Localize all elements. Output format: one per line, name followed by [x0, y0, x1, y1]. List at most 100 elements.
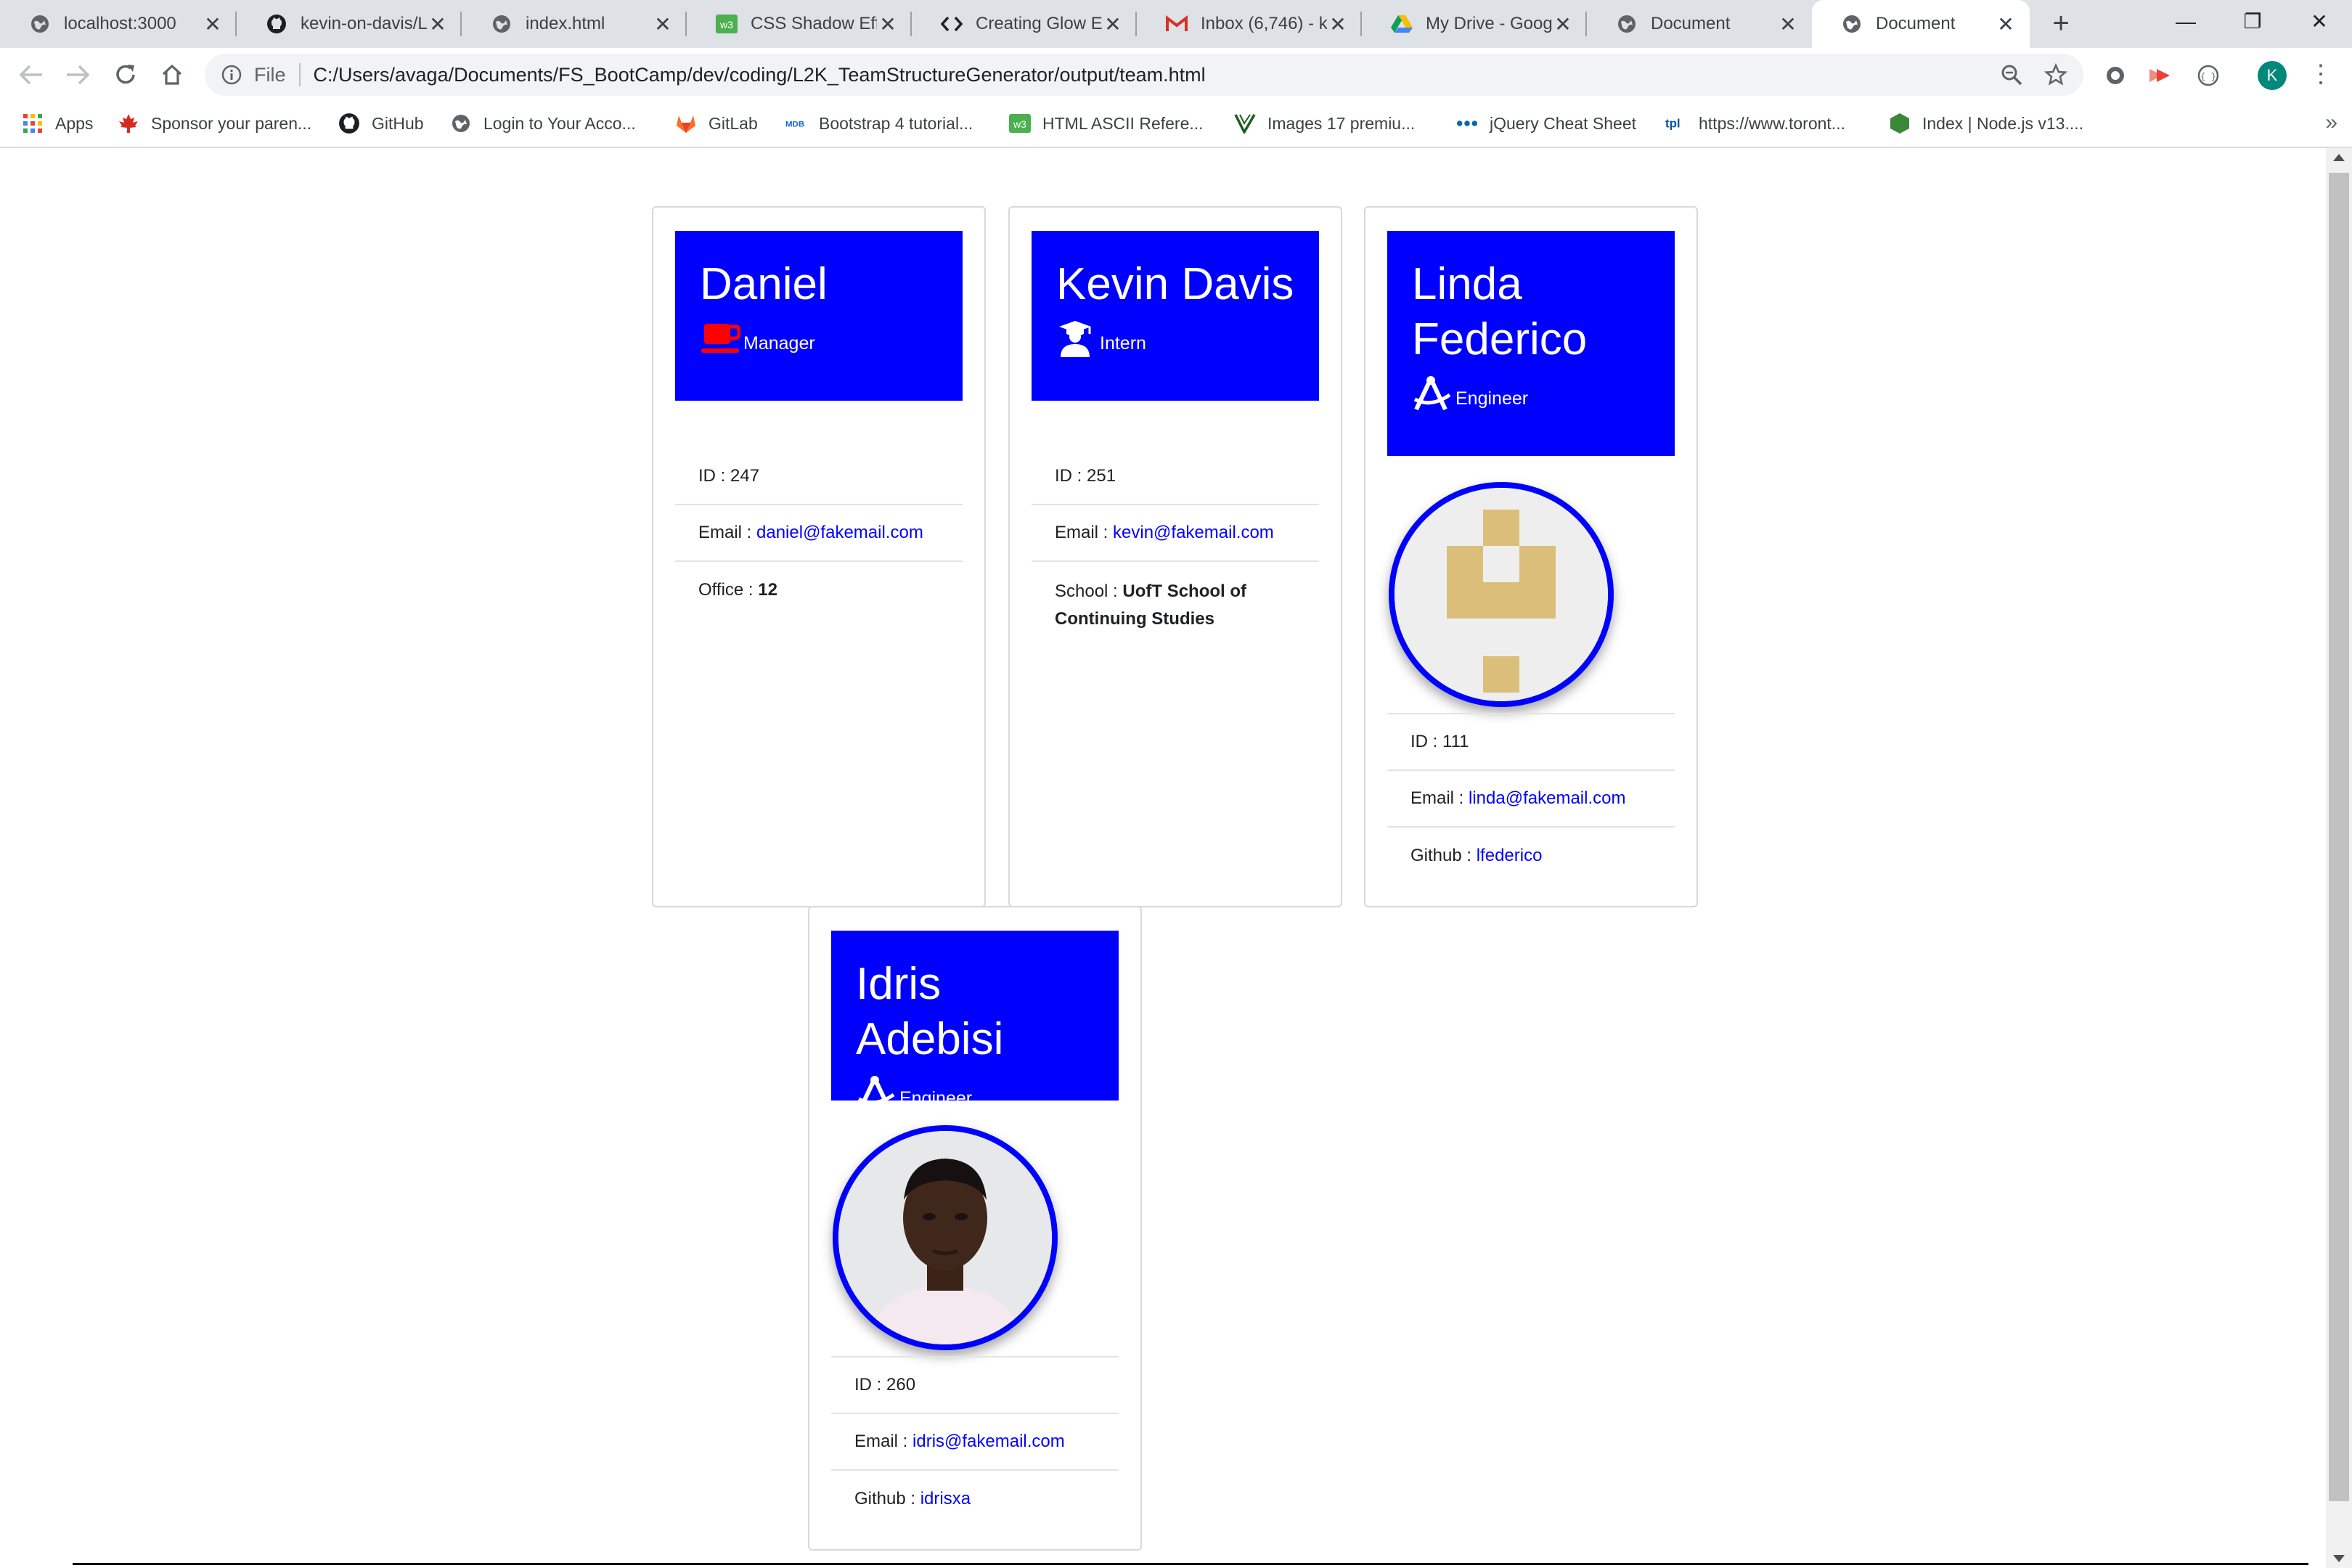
bookmark-item[interactable]: Images 17 premiu...: [1234, 107, 1415, 139]
email-link[interactable]: linda@fakemail.com: [1469, 788, 1625, 809]
email-link[interactable]: kevin@fakemail.com: [1113, 523, 1274, 543]
close-tab-icon[interactable]: ✕: [1777, 12, 1799, 36]
home-button[interactable]: [154, 57, 190, 93]
globe-icon: [450, 113, 472, 134]
close-tab-icon[interactable]: ✕: [202, 12, 224, 36]
close-tab-icon[interactable]: ✕: [427, 12, 449, 36]
tab-title: Inbox (6,746) - ke: [1201, 14, 1327, 33]
more-bookmarks-button[interactable]: »: [2325, 110, 2337, 135]
close-tab-icon[interactable]: ✕: [652, 12, 674, 36]
bookmark-item[interactable]: Login to Your Acco...: [450, 107, 636, 139]
email-row: Email : kevin@fakemail.com: [1032, 505, 1319, 562]
card-details: ID : 251 Email : kevin@fakemail.com Scho…: [1032, 449, 1319, 643]
info-icon[interactable]: [221, 64, 242, 86]
extension-icon[interactable]: { }: [2195, 62, 2221, 89]
drafting-compass-icon: [857, 1076, 895, 1111]
bookmark-item[interactable]: tpl https://www.toront...: [1665, 107, 1845, 139]
profile-avatar[interactable]: K: [2258, 61, 2287, 90]
close-tab-icon[interactable]: ✕: [1327, 12, 1349, 36]
employee-card: Daniel Manager ID : 247 Email : daniel@f…: [652, 206, 986, 907]
bookmark-label: Bootstrap 4 tutorial...: [819, 113, 973, 133]
close-tab-icon[interactable]: ✕: [1552, 12, 1574, 36]
id-value: 251: [1087, 466, 1116, 486]
browser-tab[interactable]: Inbox (6,746) - ke ✕: [1137, 0, 1362, 48]
close-tab-icon[interactable]: ✕: [1102, 12, 1124, 36]
bookmark-label: jQuery Cheat Sheet: [1490, 113, 1637, 133]
close-tab-icon[interactable]: ✕: [877, 12, 899, 36]
new-tab-button[interactable]: +: [2044, 7, 2078, 41]
bookmark-item[interactable]: GitHub: [338, 107, 424, 139]
browser-tab-active[interactable]: Document ✕: [1812, 0, 2030, 48]
url-text[interactable]: C:/Users/avaga/Documents/FS_BootCamp/dev…: [314, 64, 1206, 86]
tab-title: localhost:3000: [64, 14, 176, 33]
browser-tab[interactable]: index.html ✕: [462, 0, 687, 48]
avatar: [833, 1125, 1058, 1350]
bookmark-star-icon[interactable]: [2044, 63, 2067, 86]
bookmark-item[interactable]: Apps: [22, 107, 93, 139]
bookmark-item[interactable]: MDB Bootstrap 4 tutorial...: [785, 107, 973, 139]
bookmark-item[interactable]: Index | Node.js v13....: [1889, 107, 2083, 139]
forward-button[interactable]: [60, 57, 96, 93]
email-link[interactable]: idris@fakemail.com: [912, 1432, 1065, 1452]
github-row: Github : lfederico: [1410, 846, 1543, 866]
google-drive-icon: [1391, 13, 1413, 35]
identicon-image: [1395, 488, 1608, 701]
github-link[interactable]: lfederico: [1477, 846, 1543, 866]
restore-button[interactable]: ❐: [2220, 0, 2285, 44]
bookmark-label: https://www.toront...: [1699, 113, 1845, 133]
back-button[interactable]: [13, 57, 49, 93]
gitlab-icon: [675, 113, 697, 134]
browser-tab[interactable]: Document ✕: [1587, 0, 1812, 48]
github-row: Github : idrisxa: [854, 1489, 971, 1509]
bookmark-label: Sponsor your paren...: [151, 113, 312, 133]
globe-icon: [491, 13, 513, 35]
browser-tab[interactable]: w3 CSS Shadow Effects ✕: [687, 0, 912, 48]
tab-strip: localhost:3000 ✕ kevin-on-davis/L2K ✕ in…: [0, 0, 2352, 48]
address-bar[interactable]: File C:/Users/avaga/Documents/FS_BootCam…: [205, 54, 2083, 96]
vertical-scrollbar[interactable]: [2326, 148, 2352, 1568]
browser-tab[interactable]: localhost:3000 ✕: [0, 0, 237, 48]
zoom-icon[interactable]: [2001, 64, 2022, 86]
mdb-icon: MDB: [785, 113, 807, 134]
bookmark-item[interactable]: Sponsor your paren...: [118, 107, 311, 139]
card-header: Linda Federico Engineer: [1387, 231, 1675, 456]
browser-tab[interactable]: kevin-on-davis/L2K ✕: [237, 0, 462, 48]
id-row: ID : 247: [675, 449, 963, 505]
github-link[interactable]: idrisxa: [920, 1489, 971, 1509]
globe-icon: [1616, 13, 1638, 35]
globe-icon: [1841, 13, 1863, 35]
browser-tab[interactable]: Creating Glow Effects ✕: [912, 0, 1137, 48]
bookmark-item[interactable]: w3 HTML ASCII Refere...: [1009, 107, 1204, 139]
scroll-up-icon[interactable]: [2333, 154, 2345, 161]
browser-menu-icon[interactable]: ⋮: [2308, 60, 2333, 91]
url-scheme: File: [254, 63, 286, 86]
scroll-down-icon[interactable]: [2333, 1555, 2345, 1562]
bookmark-item[interactable]: GitLab: [675, 107, 758, 139]
minimize-button[interactable]: —: [2153, 0, 2218, 44]
browser-tab[interactable]: My Drive - Google ✕: [1362, 0, 1587, 48]
bookmark-label: Index | Node.js v13....: [1922, 113, 2084, 133]
tpl-icon: tpl: [1665, 113, 1687, 134]
extension-icon[interactable]: [2146, 62, 2172, 89]
employee-card: Linda Federico Engineer ID : 111 Email:…: [1364, 206, 1698, 907]
close-tab-icon[interactable]: ✕: [1995, 12, 2017, 36]
w3schools-icon: w3: [1009, 113, 1031, 134]
reload-button[interactable]: [107, 57, 144, 93]
code-icon: [941, 13, 963, 35]
tab-title: Creating Glow Effects: [976, 14, 1102, 33]
id-value: 247: [730, 466, 760, 486]
email-link[interactable]: daniel@fakemail.com: [756, 523, 923, 543]
bookmark-item[interactable]: jQuery Cheat Sheet: [1456, 107, 1636, 139]
role-label: Engineer: [899, 1088, 973, 1108]
scrollbar-thumb[interactable]: [2329, 173, 2349, 1501]
tab-title: index.html: [526, 14, 605, 33]
svg-text:MDB: MDB: [785, 120, 804, 128]
apps-grid-icon: [22, 113, 44, 134]
employee-role: Intern: [1056, 319, 1294, 357]
close-window-button[interactable]: ✕: [2287, 0, 2352, 44]
id-row: ID : 251: [1032, 449, 1319, 505]
bookmark-label: Apps: [55, 113, 94, 133]
extension-icon[interactable]: [2102, 62, 2128, 89]
office-row: Office : 12: [698, 580, 777, 600]
drafting-compass-icon: [1413, 376, 1451, 411]
